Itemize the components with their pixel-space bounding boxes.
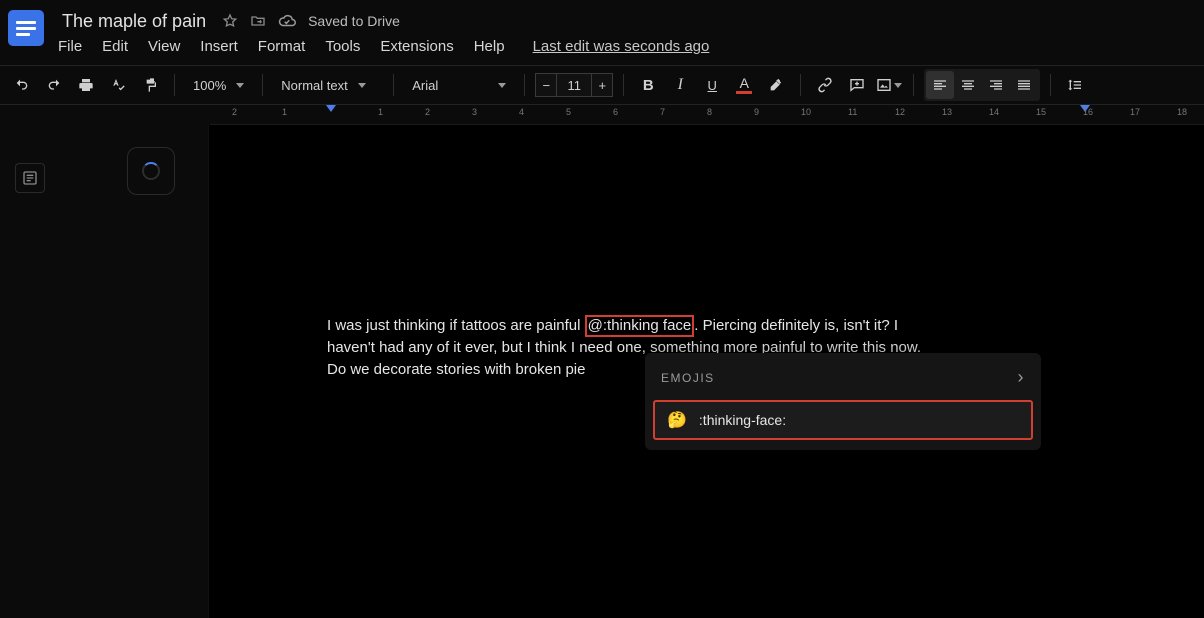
last-edit-link[interactable]: Last edit was seconds ago xyxy=(533,38,710,55)
undo-button[interactable] xyxy=(8,71,36,99)
menu-tools[interactable]: Tools xyxy=(325,38,360,55)
insert-comment-button[interactable] xyxy=(843,71,871,99)
ruler-tick: 12 xyxy=(895,107,905,117)
menu-insert[interactable]: Insert xyxy=(200,38,238,55)
ruler[interactable]: 2 1 1 2 3 4 5 6 7 8 9 10 11 12 13 14 15 … xyxy=(210,105,1204,125)
ruler-tick: 10 xyxy=(801,107,811,117)
toolbar-divider xyxy=(174,74,175,96)
align-right-button[interactable] xyxy=(982,71,1010,99)
redo-button[interactable] xyxy=(40,71,68,99)
style-value: Normal text xyxy=(281,78,347,93)
bold-button[interactable]: B xyxy=(634,71,662,99)
spinner-icon xyxy=(142,162,160,180)
ruler-tick: 6 xyxy=(613,107,618,117)
toolbar-divider xyxy=(262,74,263,96)
move-icon[interactable] xyxy=(250,13,266,29)
ruler-tick: 1 xyxy=(282,107,287,117)
font-size-decrease[interactable]: − xyxy=(535,73,557,97)
chevron-right-icon[interactable]: › xyxy=(1018,367,1026,388)
ruler-tick: 2 xyxy=(425,107,430,117)
ruler-tick: 14 xyxy=(989,107,999,117)
toolbar-divider xyxy=(524,74,525,96)
mention-highlight[interactable]: @:thinking face xyxy=(585,315,695,337)
loading-chip xyxy=(127,147,175,195)
document-title[interactable]: The maple of pain xyxy=(58,11,210,32)
insert-link-button[interactable] xyxy=(811,71,839,99)
text-run: Do we decorate stories with broken pie xyxy=(327,361,585,378)
menu-view[interactable]: View xyxy=(148,38,180,55)
cloud-saved-icon[interactable] xyxy=(278,12,296,30)
ruler-tick: 18 xyxy=(1177,107,1187,117)
font-size-increase[interactable]: + xyxy=(591,73,613,97)
emoji-popup-heading: EMOJIS xyxy=(661,371,715,385)
menu-bar: File Edit View Insert Format Tools Exten… xyxy=(58,38,709,55)
toolbar-divider xyxy=(623,74,624,96)
zoom-value: 100% xyxy=(193,78,226,93)
toolbar-divider xyxy=(393,74,394,96)
caret-down-icon xyxy=(498,83,506,88)
ruler-tick: 3 xyxy=(472,107,477,117)
emoji-code-label: :thinking-face: xyxy=(699,412,786,428)
ruler-tick: 15 xyxy=(1036,107,1046,117)
insert-image-button[interactable] xyxy=(875,71,903,99)
menu-format[interactable]: Format xyxy=(258,38,306,55)
ruler-tick: 7 xyxy=(660,107,665,117)
print-button[interactable] xyxy=(72,71,100,99)
menu-help[interactable]: Help xyxy=(474,38,505,55)
menu-file[interactable]: File xyxy=(58,38,82,55)
ruler-tick: 4 xyxy=(519,107,524,117)
star-icon[interactable] xyxy=(222,13,238,29)
ruler-tick: 9 xyxy=(754,107,759,117)
font-select[interactable]: Arial xyxy=(404,71,514,99)
align-group xyxy=(924,69,1040,101)
font-value: Arial xyxy=(412,78,438,93)
font-size-control: − 11 + xyxy=(535,72,613,98)
ruler-tick: 5 xyxy=(566,107,571,117)
emoji-suggestion-popup: EMOJIS › 🤔 :thinking-face: xyxy=(645,353,1041,450)
underline-button[interactable]: U xyxy=(698,71,726,99)
toolbar: 100% Normal text Arial − 11 + B I U A xyxy=(0,65,1204,105)
paragraph-style-select[interactable]: Normal text xyxy=(273,71,383,99)
ruler-tick: 16 xyxy=(1083,107,1093,117)
thinking-face-icon: 🤔 xyxy=(667,410,687,430)
caret-down-icon xyxy=(236,83,244,88)
toolbar-divider xyxy=(800,74,801,96)
highlight-button[interactable] xyxy=(762,71,790,99)
align-justify-button[interactable] xyxy=(1010,71,1038,99)
line-spacing-button[interactable] xyxy=(1061,71,1089,99)
paint-format-button[interactable] xyxy=(136,71,164,99)
ruler-tick: 1 xyxy=(378,107,383,117)
docs-logo-icon[interactable] xyxy=(8,10,44,46)
font-size-value[interactable]: 11 xyxy=(557,73,591,97)
text-run: . Piercing definitely is, isn't it? I xyxy=(694,317,898,334)
ruler-tick: 11 xyxy=(848,107,857,117)
caret-down-icon xyxy=(358,83,366,88)
align-left-button[interactable] xyxy=(926,71,954,99)
text-color-button[interactable]: A xyxy=(730,71,758,99)
spellcheck-button[interactable] xyxy=(104,71,132,99)
italic-button[interactable]: I xyxy=(666,71,694,99)
zoom-select[interactable]: 100% xyxy=(185,71,252,99)
ruler-tick: 17 xyxy=(1130,107,1140,117)
align-center-button[interactable] xyxy=(954,71,982,99)
ruler-tick: 8 xyxy=(707,107,712,117)
document-outline-button[interactable] xyxy=(15,163,45,193)
caret-down-icon xyxy=(894,83,902,88)
text-run: I was just thinking if tattoos are painf… xyxy=(327,317,585,334)
document-page[interactable]: I was just thinking if tattoos are painf… xyxy=(208,125,1204,618)
ruler-tick: 13 xyxy=(942,107,952,117)
menu-extensions[interactable]: Extensions xyxy=(380,38,453,55)
emoji-suggestion-item[interactable]: 🤔 :thinking-face: xyxy=(653,400,1033,440)
menu-edit[interactable]: Edit xyxy=(102,38,128,55)
toolbar-divider xyxy=(1050,74,1051,96)
ruler-tick: 2 xyxy=(232,107,237,117)
toolbar-divider xyxy=(913,74,914,96)
indent-marker-icon[interactable] xyxy=(326,105,336,112)
saved-status: Saved to Drive xyxy=(308,13,400,29)
